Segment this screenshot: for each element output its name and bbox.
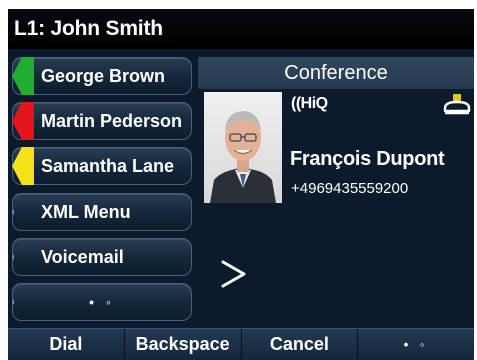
line-key-samantha-lane[interactable]: Samantha Lane xyxy=(12,147,192,185)
backspace-softkey[interactable]: Backspace xyxy=(125,329,242,360)
phone-screen: L1: John Smith George Brown Martin Peder… xyxy=(8,9,474,360)
presence-indicator-red xyxy=(12,102,34,140)
presence-indicator-green xyxy=(12,57,34,95)
presence-indicator-yellow xyxy=(12,147,34,185)
call-active-icon xyxy=(443,94,471,115)
line-title: L1: John Smith xyxy=(8,9,474,49)
caller-photo xyxy=(204,92,282,203)
key-edge xyxy=(12,283,24,321)
dial-softkey[interactable]: Dial xyxy=(8,329,125,360)
line-key-label: Voicemail xyxy=(41,247,124,267)
line-key-label: Martin Pederson xyxy=(41,111,183,131)
key-edge xyxy=(12,193,24,231)
line-key-label: XML Menu xyxy=(41,202,131,222)
key-edge xyxy=(12,238,24,276)
chevron-right-icon[interactable] xyxy=(218,259,248,289)
caller-number: +4969435559200 xyxy=(291,180,409,197)
line-key-xml-menu[interactable]: XML Menu xyxy=(12,193,192,231)
person-avatar-icon xyxy=(210,111,276,203)
softkey-bar: Dial Backspace Cancel • ◦ xyxy=(8,328,474,360)
line-key-label: George Brown xyxy=(41,66,166,86)
line-key-label: Samantha Lane xyxy=(41,156,175,176)
line-key-george-brown[interactable]: George Brown xyxy=(12,57,192,95)
conference-header: Conference xyxy=(198,57,474,89)
cancel-softkey[interactable]: Cancel xyxy=(242,329,359,360)
line-key-more[interactable]: • ◦ xyxy=(12,283,192,321)
caller-name: François Dupont xyxy=(290,148,445,170)
more-softkey[interactable]: • ◦ xyxy=(358,329,474,360)
line-key-martin-pederson[interactable]: Martin Pederson xyxy=(12,102,192,140)
line-key-voicemail[interactable]: Voicemail xyxy=(12,238,192,276)
hiq-audio-badge: ((HiQ xyxy=(291,95,328,112)
page-indicator: • ◦ xyxy=(89,294,115,310)
